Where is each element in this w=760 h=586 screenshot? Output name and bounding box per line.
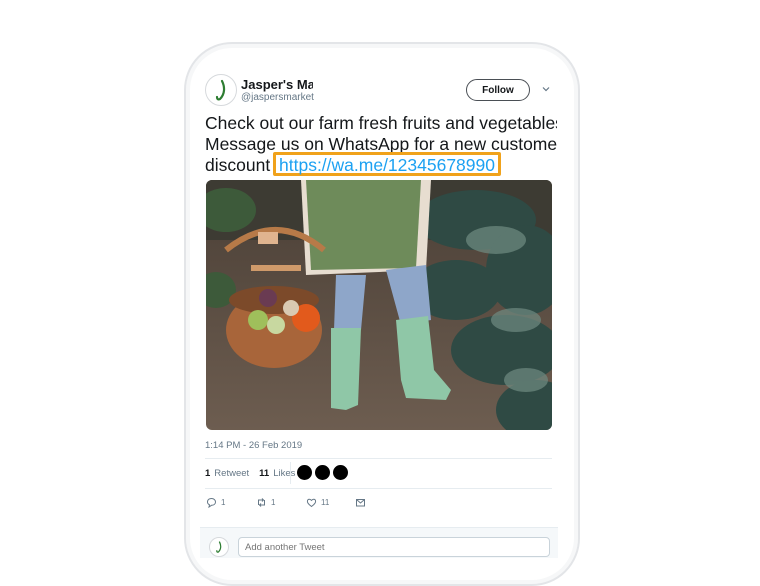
profile-handle[interactable]: @jaspersmarket: [241, 92, 314, 103]
reply-action[interactable]: 1: [206, 497, 225, 508]
retweet-icon: [258, 498, 265, 507]
retweet-count: 1: [205, 468, 211, 479]
whatsapp-link[interactable]: https://wa.me/12345678990: [279, 155, 495, 176]
like-action[interactable]: 11: [306, 497, 329, 508]
profile-avatar[interactable]: [205, 74, 237, 106]
liker-avatar[interactable]: [333, 465, 348, 480]
message-action[interactable]: [355, 497, 366, 508]
follow-button[interactable]: Follow: [466, 79, 530, 101]
liker-avatar[interactable]: [297, 465, 312, 480]
chevron-down-icon[interactable]: [541, 84, 551, 94]
retweet-label[interactable]: Retweet: [214, 468, 249, 479]
heart-icon: [306, 498, 317, 508]
like-action-count: 11: [321, 498, 330, 507]
stats-divider: [290, 462, 291, 484]
liker-avatar[interactable]: [315, 465, 330, 480]
retweet-action-count: 1: [271, 498, 276, 507]
tweet-photo[interactable]: [206, 180, 552, 430]
tweet-line-1: Check out our farm fresh fruits and vege…: [205, 113, 557, 133]
tweet-stats: 1 Retweet 11 Likes: [205, 468, 295, 479]
reply-icon: [206, 497, 217, 508]
jasper-logo-icon: [216, 541, 222, 553]
likes-count: 11: [259, 468, 270, 479]
divider: [205, 488, 552, 489]
reply-avatar: [209, 537, 229, 557]
envelope-icon: [356, 499, 365, 507]
reply-count: 1: [221, 498, 226, 507]
profile-name[interactable]: Jasper's Market: [241, 77, 313, 92]
likes-label[interactable]: Likes: [273, 468, 295, 479]
retweet-action[interactable]: 1: [256, 497, 275, 508]
jasper-logo-icon: [215, 79, 226, 101]
farmer-with-basket-image: [206, 180, 552, 430]
tweet-timestamp[interactable]: 1:14 PM - 26 Feb 2019: [205, 440, 302, 451]
divider: [205, 458, 552, 459]
reply-input[interactable]: [238, 537, 550, 557]
